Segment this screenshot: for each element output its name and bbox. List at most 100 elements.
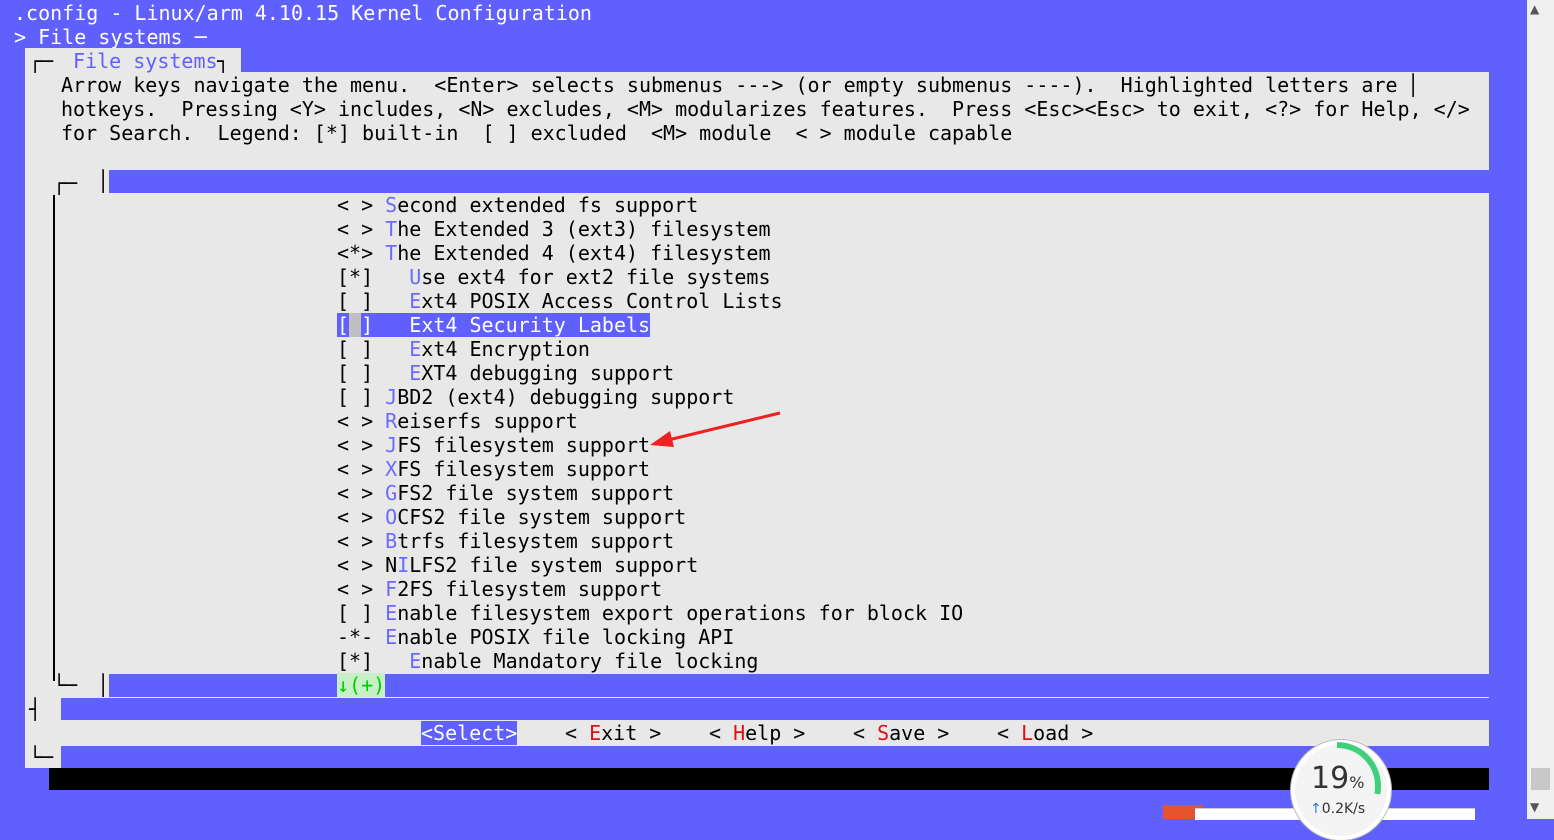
menu-border-bottom-bar: │ (97, 673, 110, 697)
menu-top-band (109, 170, 1489, 193)
menu-item-hotkey: O (385, 505, 398, 529)
dialog-title: File systems (61, 49, 230, 73)
scrollbar-thumb[interactable] (1531, 768, 1550, 790)
scroll-up-icon[interactable]: ▲ (1530, 2, 1539, 16)
menu-item-label: LFS2 file system support (409, 553, 699, 577)
menu-item-hotkey: J (385, 433, 398, 457)
menu-item-label: CFS2 file system support (397, 505, 687, 529)
menu-item-label: he Extended 3 (ext3) filesystem (397, 217, 771, 241)
menu-item-hotkey: E (409, 337, 422, 361)
menu-item-label: xt4 Security Labels (421, 313, 651, 337)
gauge-speed: ↑0.2K/s (1310, 801, 1365, 817)
help-button[interactable]: < Help > (709, 721, 805, 745)
menu-item-hotkey: E (409, 361, 422, 385)
menu-item-hotkey: T (385, 241, 398, 265)
exit-button-pre: < (565, 721, 590, 745)
menu-item-label: nable Mandatory file locking (421, 649, 759, 673)
menu-item-label: xt4 Encryption (421, 337, 590, 361)
load-hotkey: L (1021, 721, 1034, 745)
help-button-rest: elp > (745, 721, 806, 745)
menu-border-left (53, 195, 55, 681)
menu-item[interactable]: < > NILFS2 file system support (337, 553, 698, 577)
menu-item[interactable]: [ ] Ext4 Security Labels (337, 313, 651, 337)
exit-hotkey: E (589, 721, 602, 745)
menu-item-state: < > (337, 457, 386, 481)
menu-item[interactable]: [ ] Enable filesystem export operations … (337, 601, 963, 625)
menu-item-hotkey: X (385, 457, 398, 481)
menu-item-state: < > (337, 505, 386, 529)
menu-item[interactable]: < > Second extended fs support (337, 193, 698, 217)
window-scrollbar[interactable] (1527, 0, 1554, 819)
menu-item-hotkey: T (385, 217, 398, 241)
menu-item-state: < > (337, 433, 386, 457)
dialog-border-bottom-left: └─ (29, 745, 54, 769)
menu-item-label: trfs filesystem support (397, 529, 675, 553)
menu-item-hotkey: F (385, 577, 398, 601)
help-line-1: Arrow keys navigate the menu. <Enter> se… (61, 73, 1398, 97)
menu-item-hotkey: E (409, 289, 422, 313)
menu-item[interactable]: [*] Use ext4 for ext2 file systems (337, 265, 771, 289)
menu-item-hotkey: G (385, 481, 398, 505)
menu-item[interactable]: < > XFS filesystem support (337, 457, 650, 481)
menu-item-state: [ ] (337, 361, 410, 385)
menu-item-label: FS filesystem support (397, 433, 651, 457)
menu-item-label: XT4 debugging support (421, 361, 675, 385)
menu-item[interactable]: [ ] Ext4 Encryption (337, 337, 590, 361)
menu-item[interactable]: [*] Enable Mandatory file locking (337, 649, 758, 673)
select-button[interactable]: <Select> (421, 721, 518, 745)
menu-item[interactable]: < > Btrfs filesystem support (337, 529, 674, 553)
menu-item[interactable]: [ ] Ext4 POSIX Access Control Lists (337, 289, 783, 313)
gauge-percent: 19% (1311, 762, 1364, 800)
window-title: .config - Linux/arm 4.10.15 Kernel Confi… (14, 1, 592, 25)
menu-item-hotkey: E (385, 625, 398, 649)
menu-item[interactable]: [ ] EXT4 debugging support (337, 361, 674, 385)
menu-item-hotkey: I (397, 553, 410, 577)
menu-item-hotkey: R (385, 409, 398, 433)
menu-item-state: -*- (337, 625, 386, 649)
menu-border-top-bar: │ (97, 169, 110, 193)
menu-item[interactable]: < > F2FS filesystem support (337, 577, 662, 601)
menu-item[interactable]: < > Reiserfs support (337, 409, 578, 433)
load-button-pre: < (997, 721, 1022, 745)
menu-border-bottom-left: └─ (53, 673, 78, 697)
help-hotkey: H (733, 721, 746, 745)
gauge-percent-sign: % (1349, 773, 1365, 792)
menu-item-state: < > (337, 481, 386, 505)
help-border-mark: │ (1407, 73, 1420, 97)
menu-item[interactable]: < > The Extended 3 (ext3) filesystem (337, 217, 771, 241)
more-items-indicator[interactable]: ↓(+) (337, 673, 386, 697)
menu-item-state: < > (337, 217, 386, 241)
save-button[interactable]: < Save > (853, 721, 949, 745)
help-line-2: hotkeys. Pressing <Y> includes, <N> excl… (61, 97, 1470, 121)
menu-item[interactable]: < > GFS2 file system support (337, 481, 674, 505)
menu-item-label: nable filesystem export operations for b… (397, 601, 964, 625)
menu-item-label: se ext4 for ext2 file systems (421, 265, 771, 289)
menu-item-state: [ ] (337, 313, 410, 337)
breadcrumb: > File systems ─ (14, 25, 207, 49)
menu-item-label: eiserfs support (397, 409, 578, 433)
menu-item-label: FS2 file system support (397, 481, 675, 505)
exit-button[interactable]: < Exit > (565, 721, 661, 745)
menu-item-hotkey: J (385, 385, 398, 409)
menu-item[interactable]: < > OCFS2 file system support (337, 505, 686, 529)
help-line-3: for Search. Legend: [*] built-in [ ] exc… (61, 121, 1013, 145)
menu-item-state: [ ] (337, 385, 386, 409)
dialog-border-top-mark: ┐ (217, 49, 230, 73)
menu-item[interactable]: <*> The Extended 4 (ext4) filesystem (337, 241, 771, 265)
cursor-block (349, 313, 362, 337)
dialog-separator-left: ┤ (29, 697, 42, 721)
menu-item-state: [*] (337, 649, 410, 673)
upload-arrow-icon: ↑ (1310, 801, 1322, 817)
gauge-speed-value: 0.2K/s (1321, 801, 1366, 817)
menu-item-state: < > (337, 577, 386, 601)
help-button-pre: < (709, 721, 734, 745)
menu-item[interactable]: -*- Enable POSIX file locking API (337, 625, 734, 649)
menu-item-hotkey: E (409, 313, 422, 337)
load-button-rest: oad > (1033, 721, 1094, 745)
load-button[interactable]: < Load > (997, 721, 1093, 745)
menu-item[interactable]: < > JFS filesystem support (337, 433, 650, 457)
menu-item-label: he Extended 4 (ext4) filesystem (397, 241, 771, 265)
menu-item-state: < > (337, 193, 386, 217)
scroll-down-icon[interactable]: ▼ (1530, 800, 1539, 814)
menu-item-state: <*> (337, 241, 386, 265)
